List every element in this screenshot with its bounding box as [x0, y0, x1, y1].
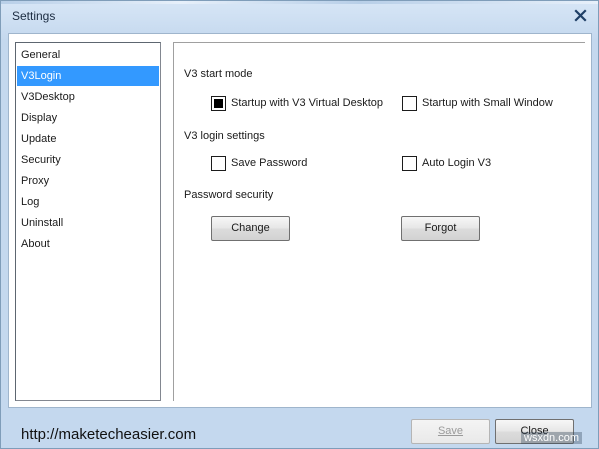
- site-url-caption: http://maketecheasier.com: [21, 426, 197, 443]
- sidebar-item-general[interactable]: General: [17, 45, 159, 65]
- window-title: Settings: [12, 9, 56, 23]
- save-button-label: Save: [437, 425, 464, 437]
- save-password-option[interactable]: Save Password: [211, 155, 307, 171]
- auto-login-option[interactable]: Auto Login V3: [402, 155, 491, 171]
- sidebar-item-log[interactable]: Log: [17, 192, 159, 212]
- sidebar-item-about[interactable]: About: [17, 234, 159, 254]
- save-button[interactable]: Save: [411, 419, 490, 444]
- settings-panel: General V3Login V3Desktop Display Update…: [8, 33, 592, 408]
- password-security-heading: Password security: [184, 189, 274, 201]
- sidebar-item-update[interactable]: Update: [17, 129, 159, 149]
- auto-login-checkbox[interactable]: [402, 155, 417, 171]
- startup-virtual-desktop-label: Startup with V3 Virtual Desktop: [231, 97, 384, 109]
- login-settings-heading: V3 login settings: [184, 130, 265, 142]
- startup-small-window-checkbox[interactable]: [402, 95, 417, 111]
- auto-login-label: Auto Login V3: [422, 157, 492, 169]
- sidebar-item-v3desktop[interactable]: V3Desktop: [17, 87, 159, 107]
- title-bar: Settings: [1, 4, 598, 28]
- v3login-settings-content: V3 start mode Startup with V3 Virtual De…: [173, 42, 585, 401]
- startup-virtual-desktop-checkbox[interactable]: [211, 95, 226, 111]
- startup-small-window-option[interactable]: Startup with Small Window: [402, 95, 553, 111]
- sidebar-item-v3login[interactable]: V3Login: [17, 66, 159, 86]
- sidebar-item-uninstall[interactable]: Uninstall: [17, 213, 159, 233]
- save-password-checkbox[interactable]: [211, 155, 226, 171]
- settings-window: Settings General V3Login V3Desktop Displ…: [0, 0, 599, 449]
- forgot-password-button[interactable]: Forgot: [401, 216, 480, 241]
- sidebar-item-security[interactable]: Security: [17, 150, 159, 170]
- startup-small-window-label: Startup with Small Window: [422, 97, 553, 109]
- settings-category-list[interactable]: General V3Login V3Desktop Display Update…: [15, 42, 161, 401]
- startup-virtual-desktop-option[interactable]: Startup with V3 Virtual Desktop: [211, 95, 383, 111]
- close-icon[interactable]: [571, 6, 591, 26]
- sidebar-item-display[interactable]: Display: [17, 108, 159, 128]
- save-password-label: Save Password: [231, 157, 308, 169]
- start-mode-heading: V3 start mode: [184, 68, 253, 80]
- change-password-button[interactable]: Change: [211, 216, 290, 241]
- watermark: wsxdn.com: [521, 432, 583, 444]
- sidebar-item-proxy[interactable]: Proxy: [17, 171, 159, 191]
